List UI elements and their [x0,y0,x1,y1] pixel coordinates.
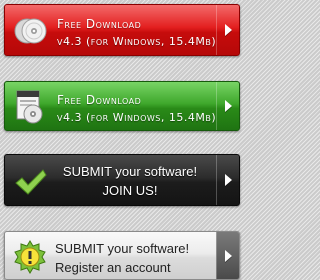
arrow-right-icon [224,100,232,112]
download-title: Free Download [57,17,142,31]
submit-title: SUBMIT your software! [55,241,190,256]
submit-title: SUBMIT your software! [62,164,198,179]
arrow-right-icon [224,249,232,262]
download-title: Free Download [57,93,142,107]
arrow-zone [216,155,239,205]
checkmark-icon [13,167,47,201]
arrow-zone [216,232,239,279]
software-box-icon [13,89,47,129]
arrow-right-icon [224,174,232,186]
badge-exclamation-icon [13,240,47,278]
join-label: JOIN US! [102,183,158,198]
cd-disc-icon [13,14,47,52]
arrow-right-icon [224,24,232,36]
arrow-zone [216,5,239,55]
download-version: v4.3 (for Windows, 15.4Mb) [57,111,217,124]
download-version: v4.3 (for Windows, 15.4Mb) [57,35,217,48]
free-download-button-red[interactable]: Free Download v4.3 (for Windows, 15.4Mb) [4,4,240,56]
register-label: Register an account [55,260,171,275]
arrow-zone [216,82,239,130]
submit-software-join-button[interactable]: SUBMIT your software! JOIN US! [4,154,240,206]
submit-software-register-button[interactable]: SUBMIT your software! Register an accoun… [4,231,240,280]
free-download-button-green[interactable]: Free Download v4.3 (for Windows, 15.4Mb) [4,81,240,131]
